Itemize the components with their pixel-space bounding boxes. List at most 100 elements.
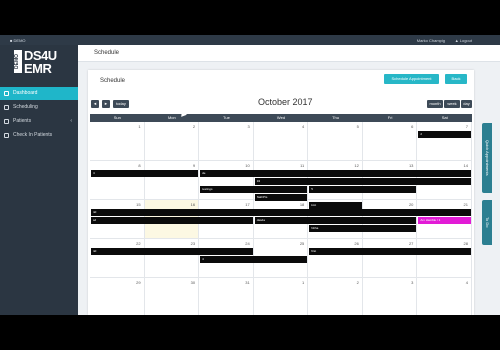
logo-line2: EMR: [24, 61, 52, 76]
nav-icon: [4, 133, 9, 138]
day-number: 27: [408, 241, 414, 246]
month-title: October 2017: [258, 97, 313, 107]
day-number: 20: [408, 202, 414, 207]
calendar-event[interactable]: Am Hamble / 1: [418, 217, 471, 224]
day-cell[interactable]: 2: [308, 278, 363, 315]
calendar-event[interactable]: dasda: [254, 217, 417, 224]
day-number: 9: [192, 163, 196, 168]
calendar-event[interactable]: 2: [418, 131, 471, 138]
view-week-button[interactable]: week: [444, 100, 460, 108]
sidebar-item-dashboard[interactable]: Dashboard: [0, 87, 78, 100]
sidebar-item-check-in-patients[interactable]: Check In Patients: [0, 129, 78, 142]
logo[interactable]: DEMO DS4U EMR: [14, 47, 66, 77]
day-number: 8: [138, 163, 141, 168]
day-cell[interactable]: 23: [144, 239, 200, 278]
calendar-event[interactable]: first: [309, 248, 471, 255]
day-cell[interactable]: 1: [254, 278, 309, 315]
calendar-event[interactable]: 4d: [91, 248, 253, 255]
sidebar-item-label: Check In Patients: [13, 132, 53, 138]
day-number: 13: [408, 163, 414, 168]
calendar-event[interactable]: kmt: [309, 202, 362, 209]
day-cell[interactable]: 7: [417, 122, 472, 161]
sidebar-item-label: Scheduling: [13, 104, 38, 110]
day-number: 11: [300, 163, 305, 168]
next-month-button[interactable]: ►: [102, 100, 110, 108]
prev-month-button[interactable]: ◄: [91, 100, 99, 108]
calendar-event[interactable]: 4: [200, 256, 308, 263]
day-cell[interactable]: 10: [199, 161, 254, 200]
day-cell[interactable]: 30: [145, 278, 200, 315]
to-do-tab[interactable]: To Do: [482, 200, 492, 245]
day-number: 5: [356, 124, 359, 129]
calendar-event[interactable]: de: [200, 170, 471, 177]
calendar-event[interactable]: Nitha: [309, 225, 417, 232]
day-number: 15: [136, 202, 141, 207]
day-number: 24: [245, 241, 250, 246]
day-cell[interactable]: 27: [362, 239, 418, 278]
quick-appointments-tab[interactable]: Quick Appointments: [482, 123, 492, 193]
day-number: 6: [411, 124, 414, 129]
day-cell[interactable]: 6: [362, 122, 418, 161]
day-cell[interactable]: 8: [90, 161, 145, 200]
back-button[interactable]: Back: [445, 74, 467, 84]
day-cell[interactable]: 5: [308, 122, 363, 161]
day-cell[interactable]: 26: [308, 239, 363, 278]
day-number: 2: [192, 124, 196, 129]
calendar-event[interactable]: testings: [200, 186, 308, 193]
day-cell[interactable]: 31: [199, 278, 254, 315]
weekday-sat: Sat: [441, 115, 448, 120]
view-month-button[interactable]: month: [427, 100, 443, 108]
schedule-appointment-button[interactable]: Schedule Appointment: [384, 74, 439, 84]
weekday-header: Sun Mon Tue Wed Thu Fri Sat: [90, 114, 472, 122]
day-cell[interactable]: 4: [253, 122, 309, 161]
day-cell[interactable]: 22: [90, 239, 145, 278]
day-number: 2: [356, 280, 359, 285]
sidebar-item-label: Dashboard: [13, 90, 38, 96]
day-cell[interactable]: 4: [417, 278, 472, 315]
day-number: 4: [465, 280, 468, 285]
top-bar: ■ DEMO Marko Champig ▲ Logout: [0, 35, 500, 45]
day-number: 30: [190, 280, 196, 285]
calendar-event[interactable]: 4d: [91, 209, 471, 216]
day-cell[interactable]: 3: [363, 278, 418, 315]
calendar-event[interactable]: sd: [91, 217, 253, 224]
logout-link[interactable]: ▲ Logout: [455, 38, 472, 43]
day-number: 16: [190, 202, 196, 207]
calendar-event[interactable]: 4: [91, 170, 199, 177]
day-number: 23: [190, 241, 196, 246]
sidebar-item-scheduling[interactable]: Scheduling: [0, 101, 78, 114]
home-link[interactable]: ■ DEMO: [10, 38, 26, 43]
weekday-mon: Mon: [167, 115, 176, 120]
day-cell[interactable]: 9: [144, 161, 200, 200]
weekday-thu: Thu: [332, 115, 340, 120]
calendar-event[interactable]: NathPts: [254, 194, 308, 201]
view-day-button[interactable]: day: [461, 100, 472, 108]
weekday-wed: Wed: [276, 115, 286, 120]
calendar-event[interactable]: 5: [309, 186, 417, 193]
sidebar: DEMO DS4U EMR Dashboard Scheduling Patient…: [0, 45, 78, 315]
day-cell[interactable]: 2: [144, 122, 200, 161]
month-grid: 1234567891011121314151617181920212223242…: [90, 122, 472, 315]
main-content: Schedule Schedule Schedule Appointment B…: [78, 45, 500, 315]
day-cell[interactable]: 3: [199, 122, 254, 161]
day-number: 25: [299, 241, 305, 246]
nav-icon: [4, 91, 9, 96]
day-number: 17: [245, 202, 250, 207]
day-number: 3: [411, 280, 414, 285]
app-window: ■ DEMO Marko Champig ▲ Logout DEMO DS4U …: [0, 35, 500, 315]
user-name[interactable]: Marko Champig: [417, 38, 445, 43]
weekday-sun: Sun: [113, 115, 121, 120]
day-cell[interactable]: 1: [90, 122, 145, 161]
today-button[interactable]: today: [113, 100, 129, 108]
chevron-left-icon: ‹: [70, 118, 72, 124]
calendar-event[interactable]: 34: [254, 178, 471, 185]
day-number: 14: [463, 163, 468, 168]
sidebar-item-patients[interactable]: Patients ‹: [0, 115, 78, 128]
day-number: 18: [299, 202, 305, 207]
day-cell[interactable]: 28: [417, 239, 472, 278]
card-title: Schedule: [100, 78, 126, 84]
logo-demo: DEMO: [14, 50, 22, 73]
day-number: 26: [354, 241, 359, 246]
day-cell[interactable]: 29: [90, 278, 145, 315]
day-number: 31: [245, 280, 250, 285]
